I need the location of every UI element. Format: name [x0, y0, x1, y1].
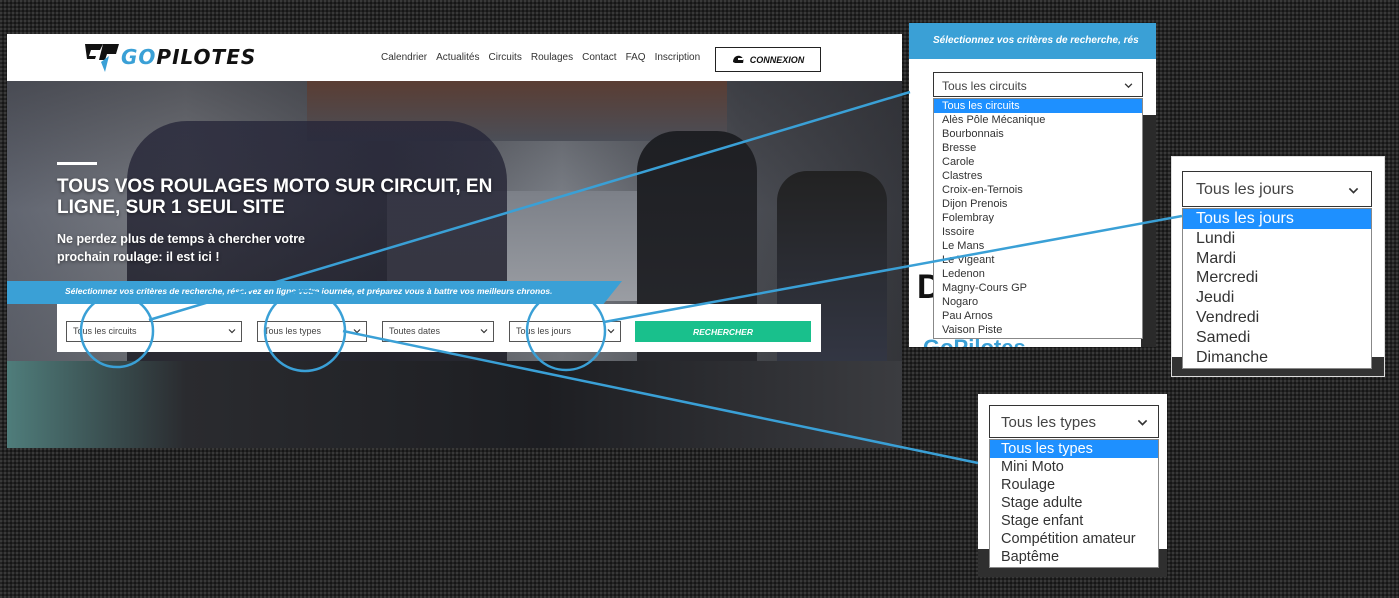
- circuits-option[interactable]: Carole: [934, 155, 1142, 169]
- nav-item-actualites[interactable]: Actualités: [436, 52, 479, 63]
- circuits-option[interactable]: Magny-Cours GP: [934, 281, 1142, 295]
- site-logo[interactable]: GOPILOTES: [81, 40, 256, 74]
- circuits-dropdown-field[interactable]: Tous les circuits: [933, 72, 1143, 97]
- jours-option[interactable]: Mercredi: [1183, 268, 1371, 288]
- chevron-down-icon: [480, 329, 488, 334]
- types-dropdown-list: Tous les types Mini Moto Roulage Stage a…: [989, 439, 1159, 568]
- types-dropdown-field[interactable]: Tous les types: [989, 405, 1159, 438]
- circuits-zoom-ribbon: Sélectionnez vos critères de recherche, …: [909, 23, 1156, 59]
- circuits-option[interactable]: Tous les circuits: [934, 99, 1142, 113]
- nav-item-roulages[interactable]: Roulages: [531, 52, 573, 63]
- hero-photo-bike: [7, 361, 902, 448]
- gopilotes-logo-icon: [85, 44, 119, 72]
- circuits-option[interactable]: Croix-en-Ternois: [934, 183, 1142, 197]
- types-option[interactable]: Compétition amateur: [990, 530, 1158, 548]
- chevron-down-icon: [607, 329, 615, 334]
- nav-item-calendrier[interactable]: Calendrier: [381, 52, 427, 63]
- types-dropdown-zoom: Tous les types Tous les types Mini Moto …: [978, 394, 1167, 577]
- hero-banner: TOUS VOS ROULAGES MOTO SUR CIRCUIT, EN L…: [7, 81, 902, 448]
- jours-dropdown-value: Tous les jours: [1196, 181, 1294, 198]
- circuits-option[interactable]: Bresse: [934, 141, 1142, 155]
- jours-dropdown-zoom: Tous les jours Tous les jours Lundi Mard…: [1171, 156, 1385, 377]
- circuits-option[interactable]: Bourbonnais: [934, 127, 1142, 141]
- chevron-down-icon: [228, 329, 236, 334]
- chevron-down-icon: [353, 329, 361, 334]
- circuits-zoom-background: [1141, 115, 1156, 347]
- jours-option[interactable]: Dimanche: [1183, 348, 1371, 368]
- connexion-label: CONNEXION: [749, 54, 805, 65]
- types-select[interactable]: Tous les types: [257, 321, 367, 342]
- circuits-option[interactable]: Issoire: [934, 225, 1142, 239]
- circuits-select[interactable]: Tous les circuits: [66, 321, 242, 342]
- circuits-option[interactable]: Folembray: [934, 211, 1142, 225]
- types-option[interactable]: Roulage: [990, 476, 1158, 494]
- dates-select-value: Toutes dates: [389, 326, 441, 336]
- jours-option[interactable]: Lundi: [1183, 229, 1371, 249]
- search-bar: Tous les circuits Tous les types Toutes …: [57, 304, 821, 352]
- hero-title: TOUS VOS ROULAGES MOTO SUR CIRCUIT, EN L…: [57, 176, 493, 218]
- types-option[interactable]: Stage adulte: [990, 494, 1158, 512]
- nav-item-inscription[interactable]: Inscription: [655, 52, 701, 63]
- types-option[interactable]: Mini Moto: [990, 458, 1158, 476]
- circuits-zoom-ribbon-text: Sélectionnez vos critères de recherche, …: [933, 35, 1139, 46]
- connexion-button[interactable]: CONNEXION: [715, 47, 821, 72]
- circuits-dropdown-zoom: Sélectionnez vos critères de recherche, …: [909, 23, 1156, 347]
- circuits-option[interactable]: Le Mans: [934, 239, 1142, 253]
- chevron-down-icon: [1137, 419, 1148, 426]
- circuits-option[interactable]: Le Vigeant: [934, 253, 1142, 267]
- main-nav: Calendrier Actualités Circuits Roulages …: [381, 52, 700, 63]
- jours-select-value: Tous les jours: [516, 326, 572, 336]
- circuits-option[interactable]: Dijon Prenois: [934, 197, 1142, 211]
- jours-dropdown-list: Tous les jours Lundi Mardi Mercredi Jeud…: [1182, 208, 1372, 369]
- logo-wordmark: GOPILOTES: [121, 45, 257, 69]
- circuits-dropdown-value: Tous les circuits: [942, 79, 1027, 93]
- website-screenshot: GOPILOTES Calendrier Actualités Circuits…: [7, 34, 902, 448]
- circuits-option[interactable]: Clastres: [934, 169, 1142, 183]
- circuits-option[interactable]: Ledenon: [934, 267, 1142, 281]
- types-option[interactable]: Baptême: [990, 548, 1158, 566]
- dates-select[interactable]: Toutes dates: [382, 321, 494, 342]
- search-button[interactable]: RECHERCHER: [635, 321, 811, 342]
- search-prompt: Sélectionnez vos critères de recherche, …: [65, 286, 553, 296]
- circuits-option[interactable]: Nogaro: [934, 295, 1142, 309]
- circuits-dropdown-list: Tous les circuits Alès Pôle Mécanique Bo…: [933, 98, 1143, 339]
- circuits-option[interactable]: Vaison Piste: [934, 323, 1142, 337]
- search-ribbon: Sélectionnez vos critères de recherche, …: [7, 281, 622, 304]
- hero-subtitle: Ne perdez plus de temps à chercher votre…: [57, 232, 306, 264]
- types-dropdown-value: Tous les types: [1001, 414, 1097, 431]
- jours-dropdown-field[interactable]: Tous les jours: [1182, 171, 1372, 207]
- circuits-select-value: Tous les circuits: [73, 326, 137, 336]
- jours-option[interactable]: Mardi: [1183, 249, 1371, 269]
- circuits-option[interactable]: Pau Arnos: [934, 309, 1142, 323]
- types-select-value: Tous les types: [264, 326, 322, 336]
- types-option[interactable]: Stage enfant: [990, 512, 1158, 530]
- jours-option[interactable]: Jeudi: [1183, 288, 1371, 308]
- chevron-down-icon: [1124, 83, 1133, 89]
- chevron-down-icon: [1348, 187, 1359, 194]
- jours-option[interactable]: Vendredi: [1183, 308, 1371, 328]
- site-header: GOPILOTES Calendrier Actualités Circuits…: [7, 34, 902, 81]
- nav-item-contact[interactable]: Contact: [582, 52, 616, 63]
- circuits-option[interactable]: Alès Pôle Mécanique: [934, 113, 1142, 127]
- nav-item-faq[interactable]: FAQ: [626, 52, 646, 63]
- jours-option[interactable]: Tous les jours: [1183, 209, 1371, 229]
- jours-option[interactable]: Samedi: [1183, 328, 1371, 348]
- helmet-icon: [732, 55, 744, 63]
- types-option[interactable]: Tous les types: [990, 440, 1158, 458]
- hero-rule: [57, 162, 97, 165]
- nav-item-circuits[interactable]: Circuits: [489, 52, 522, 63]
- jours-select[interactable]: Tous les jours: [509, 321, 621, 342]
